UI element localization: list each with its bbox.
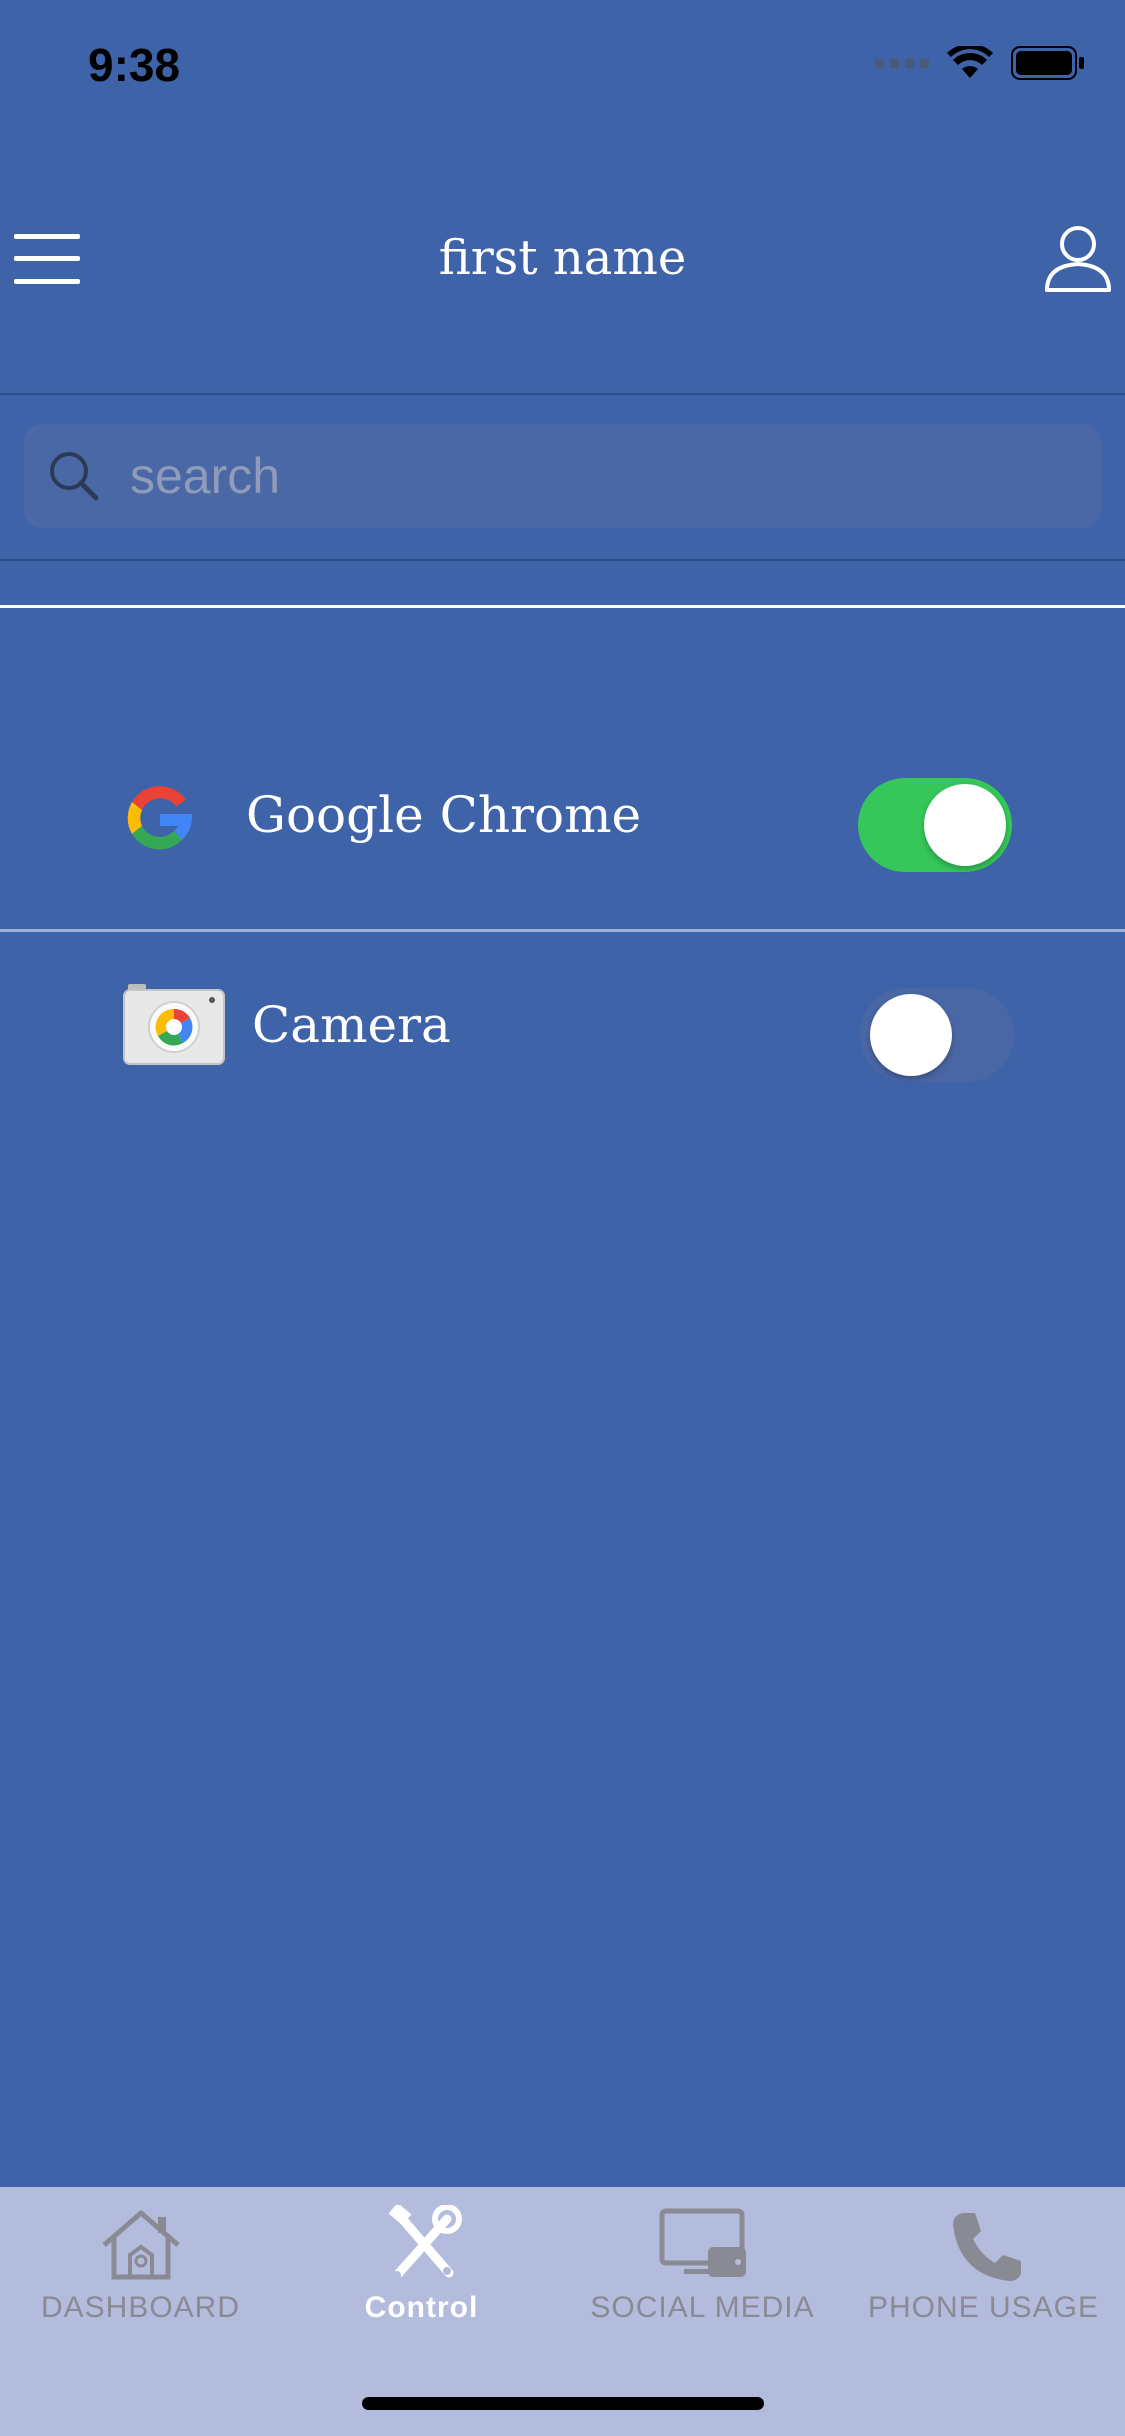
app-name: Google Chrome — [246, 786, 642, 844]
tab-label: PHONE USAGE — [867, 2291, 1100, 2324]
tab-phone-usage[interactable]: PHONE USAGE — [843, 2187, 1124, 2337]
status-time: 9:38 — [88, 39, 181, 91]
devices-icon — [659, 2208, 746, 2277]
house-icon — [101, 2210, 180, 2280]
status-icons — [875, 46, 1085, 80]
battery-icon — [1011, 46, 1084, 80]
google-g-icon — [127, 786, 193, 850]
divider — [0, 393, 1125, 395]
tab-label: SOCIAL MEDIA — [590, 2291, 815, 2324]
camera-app-icon — [123, 984, 225, 1065]
tools-icon — [388, 2205, 462, 2279]
tab-social-media[interactable]: SOCIAL MEDIA — [562, 2187, 843, 2337]
tab-label: DASHBOARD — [40, 2291, 241, 2324]
tab-dashboard[interactable]: DASHBOARD — [0, 2187, 281, 2337]
profile-icon[interactable] — [1043, 222, 1113, 294]
toggle-knob — [870, 994, 952, 1076]
home-indicator — [362, 2397, 764, 2410]
status-bar: 9:38 — [0, 0, 1125, 130]
tab-control[interactable]: Control — [281, 2187, 562, 2337]
divider — [0, 559, 1125, 561]
search-bar[interactable] — [24, 424, 1101, 528]
app-toggle-switch[interactable] — [860, 988, 1014, 1082]
tab-label: Control — [364, 2291, 479, 2324]
app-name: Camera — [252, 996, 451, 1054]
app-row-camera: Camera — [0, 970, 1125, 1090]
phone-icon — [952, 2213, 1021, 2281]
wifi-icon — [947, 46, 993, 78]
page-title: first name — [438, 230, 687, 286]
search-input[interactable] — [128, 446, 1032, 506]
divider — [0, 929, 1125, 932]
app-row-google-chrome: Google Chrome — [0, 760, 1125, 880]
cellular-signal-icon — [875, 58, 929, 68]
app-toggle-switch[interactable] — [858, 778, 1012, 872]
nav-bar: first name — [0, 130, 1125, 394]
search-icon — [50, 452, 99, 501]
divider — [0, 605, 1125, 608]
toggle-knob — [924, 784, 1006, 866]
